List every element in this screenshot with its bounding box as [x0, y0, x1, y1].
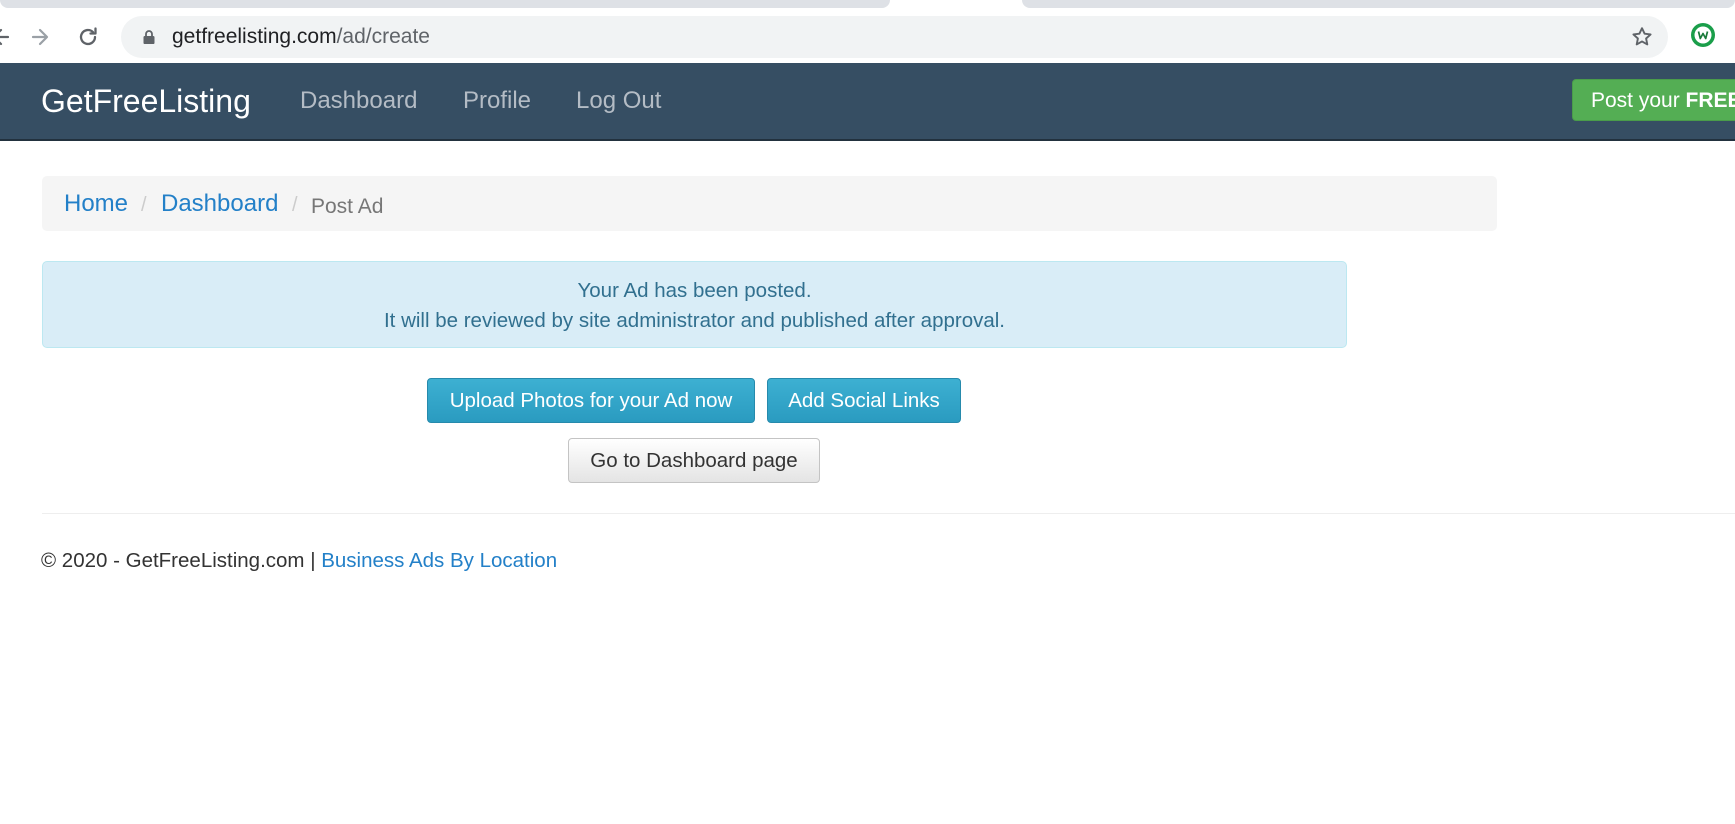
- browser-tab[interactable]: [0, 0, 890, 8]
- browser-toolbar: getfreelisting.com/ad/create: [0, 14, 1735, 63]
- lock-icon: [143, 30, 155, 44]
- nav-dashboard[interactable]: Dashboard: [300, 87, 417, 115]
- address-url[interactable]: getfreelisting.com/ad/create: [172, 26, 430, 48]
- post-free-ad-button[interactable]: Post your FREE: [1572, 79, 1735, 121]
- url-host: getfreelisting.com: [172, 25, 337, 48]
- breadcrumb-home[interactable]: Home: [64, 190, 128, 218]
- footer: © 2020 - GetFreeListing.com | Business A…: [41, 548, 557, 574]
- footer-business-ads-link[interactable]: Business Ads By Location: [321, 549, 557, 572]
- info-alert: Your Ad has been posted. It will be revi…: [42, 261, 1347, 348]
- breadcrumb: Home / Dashboard / Post Ad: [42, 176, 1497, 231]
- breadcrumb-dashboard[interactable]: Dashboard: [161, 190, 278, 218]
- nav-profile[interactable]: Profile: [463, 87, 531, 115]
- site-navbar: GetFreeListing Dashboard Profile Log Out…: [0, 63, 1735, 141]
- nav-logout[interactable]: Log Out: [576, 87, 661, 115]
- forward-button[interactable]: [25, 22, 55, 52]
- address-bar[interactable]: getfreelisting.com/ad/create: [121, 16, 1668, 58]
- site-brand[interactable]: GetFreeListing: [41, 82, 251, 120]
- back-arrow-icon: [0, 28, 10, 46]
- upload-photos-button[interactable]: Upload Photos for your Ad now: [427, 378, 755, 423]
- back-button[interactable]: [0, 22, 16, 52]
- post-free-bold: FREE: [1685, 89, 1735, 112]
- browser-tabstrip: [0, 0, 1735, 14]
- bookmark-star-icon[interactable]: [1630, 25, 1654, 49]
- browser-tab[interactable]: [1022, 0, 1735, 8]
- forward-arrow-icon: [31, 28, 49, 46]
- post-free-label: Post your: [1591, 89, 1686, 112]
- extension-icon[interactable]: [1689, 21, 1717, 49]
- breadcrumb-current: Post Ad: [311, 195, 384, 218]
- reload-icon: [79, 27, 97, 46]
- breadcrumb-separator: /: [141, 194, 147, 216]
- reload-button[interactable]: [73, 22, 103, 52]
- go-to-dashboard-button[interactable]: Go to Dashboard page: [568, 438, 820, 483]
- footer-copyright: © 2020 - GetFreeListing.com |: [41, 549, 322, 572]
- alert-message-line2: It will be reviewed by site administrato…: [383, 309, 1006, 332]
- url-path: /ad/create: [336, 25, 430, 48]
- breadcrumb-separator: /: [292, 194, 298, 216]
- footer-divider: [42, 513, 1735, 514]
- add-social-links-button[interactable]: Add Social Links: [767, 378, 961, 423]
- alert-message-line1: Your Ad has been posted.: [577, 279, 812, 302]
